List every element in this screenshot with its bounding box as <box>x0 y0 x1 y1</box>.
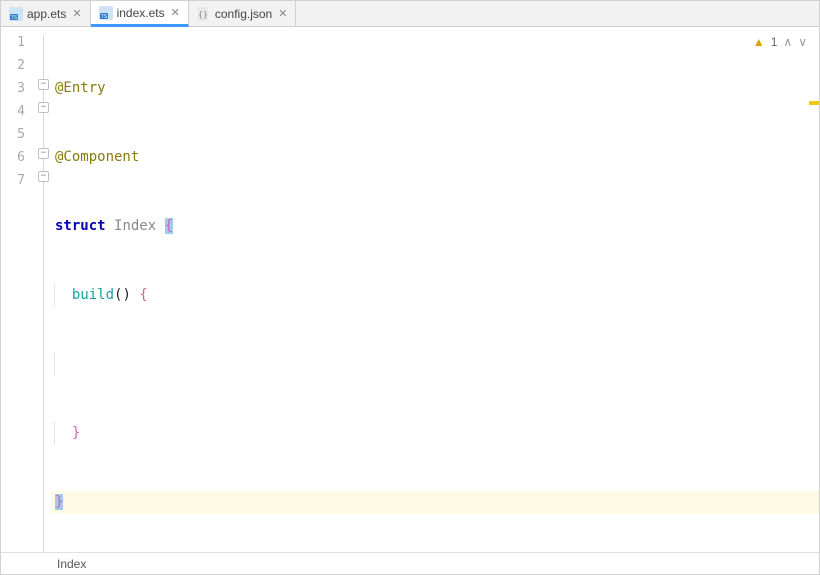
editor[interactable]: 1 2 3 4 5 6 7 @Entry @Component struct I… <box>1 27 819 552</box>
tab-label: config.json <box>215 7 272 21</box>
tab-index-ets[interactable]: TS index.ets ✕ <box>91 1 189 27</box>
fold-toggle-icon[interactable] <box>38 171 49 182</box>
tab-label: index.ets <box>117 6 165 20</box>
paren-token: () <box>114 287 131 303</box>
json-file-icon: {} <box>197 7 211 21</box>
svg-text:TS: TS <box>11 15 18 21</box>
keyword-token: struct <box>55 218 106 234</box>
tab-label: app.ets <box>27 7 66 21</box>
chevron-up-icon[interactable]: ∧ <box>783 31 792 54</box>
svg-text:TS: TS <box>100 14 107 20</box>
inspection-count: 1 <box>771 31 778 54</box>
line-number: 5 <box>1 123 25 146</box>
brace-token: } <box>72 425 80 441</box>
line-number: 4 <box>1 100 25 123</box>
tab-app-ets[interactable]: TS app.ets ✕ <box>1 1 91 26</box>
tab-config-json[interactable]: {} config.json ✕ <box>189 1 297 26</box>
line-number: 3 <box>1 77 25 100</box>
type-token: Index <box>114 218 156 234</box>
line-number: 2 <box>1 54 25 77</box>
warning-marker[interactable] <box>809 101 819 105</box>
inspection-widget[interactable]: ▲ 1 ∧ ∨ <box>753 31 807 54</box>
breadcrumb-item[interactable]: Index <box>57 557 86 571</box>
ts-file-icon: TS <box>9 7 23 21</box>
code-area[interactable]: @Entry @Component struct Index { build()… <box>51 27 819 552</box>
close-icon[interactable]: ✕ <box>72 7 81 20</box>
line-number: 7 <box>1 169 25 192</box>
ts-file-icon: TS <box>99 6 113 20</box>
tab-bar: TS app.ets ✕ TS index.ets ✕ {} config.js… <box>1 1 819 27</box>
method-token: build <box>72 287 114 303</box>
error-stripe[interactable] <box>809 27 819 552</box>
close-icon[interactable]: ✕ <box>278 7 287 20</box>
close-icon[interactable]: ✕ <box>171 6 180 19</box>
brace-token: { <box>165 218 173 234</box>
warning-icon: ▲ <box>753 31 765 54</box>
fold-gutter <box>37 27 51 552</box>
svg-text:{}: {} <box>198 10 208 19</box>
chevron-down-icon[interactable]: ∨ <box>798 31 807 54</box>
brace-token: { <box>139 287 147 303</box>
fold-toggle-icon[interactable] <box>38 102 49 113</box>
line-number: 6 <box>1 146 25 169</box>
line-number-gutter: 1 2 3 4 5 6 7 <box>1 27 37 552</box>
breadcrumb[interactable]: Index <box>1 552 819 574</box>
decorator-token: @Entry <box>55 80 106 96</box>
fold-toggle-icon[interactable] <box>38 79 49 90</box>
line-number: 1 <box>1 31 25 54</box>
decorator-token: @Component <box>55 149 139 165</box>
brace-token: } <box>55 494 63 510</box>
fold-toggle-icon[interactable] <box>38 148 49 159</box>
